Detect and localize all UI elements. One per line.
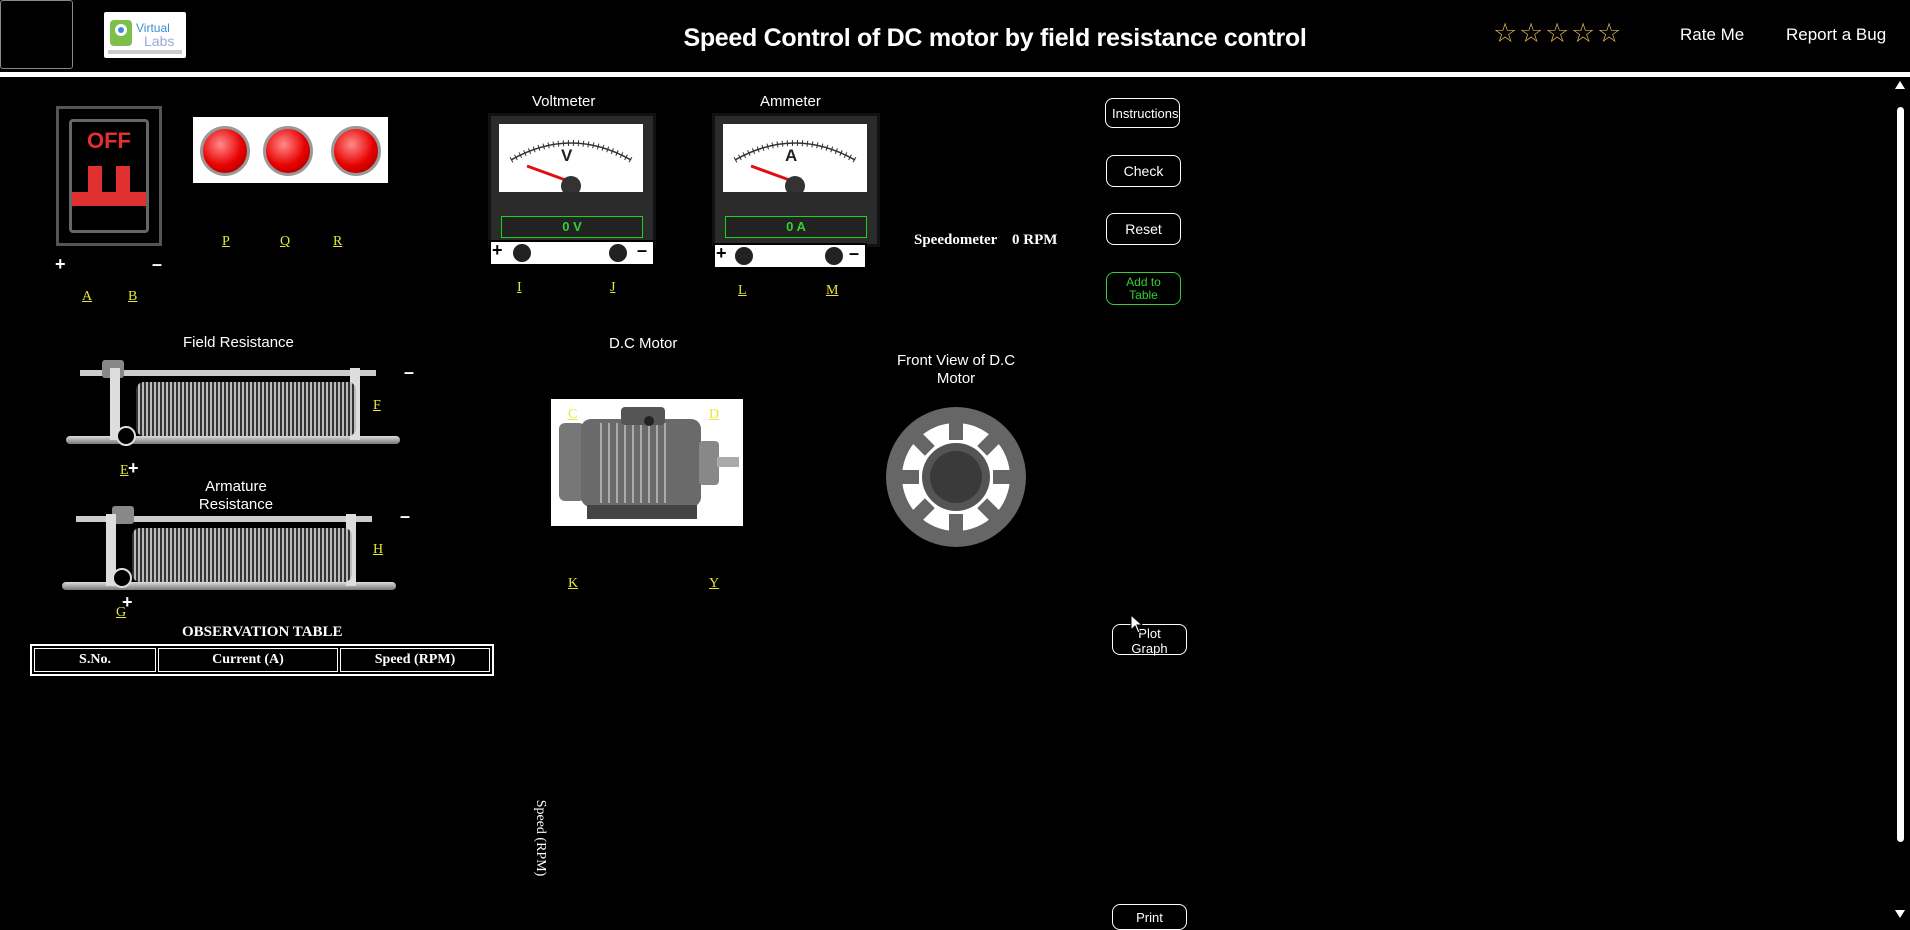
front-view-title: Front View of D.C Motor (896, 352, 1016, 387)
ammeter-terminal-m-knob[interactable] (825, 247, 843, 265)
voltmeter-plus-sign: + (492, 240, 503, 260)
column-header-speed: Speed (RPM) (340, 648, 490, 672)
supply-plus-sign: + (55, 254, 66, 274)
terminal-p[interactable]: P (222, 234, 230, 250)
scroll-up-icon[interactable] (1895, 81, 1905, 89)
field-rheostat[interactable] (66, 360, 400, 450)
voltmeter-dial: V (499, 124, 643, 196)
report-bug-link[interactable]: Report a Bug (1786, 25, 1886, 45)
rating-star-3[interactable]: ☆ (1545, 18, 1569, 49)
rating-star-5[interactable]: ☆ (1597, 18, 1621, 49)
terminal-y[interactable]: Y (709, 576, 719, 592)
ammeter-dial: A (723, 124, 867, 196)
rotor-icon (886, 407, 1026, 547)
scrollbar-thumb[interactable] (1897, 107, 1904, 842)
lamp-1-icon (200, 126, 250, 176)
voltmeter-minus-sign: – (637, 240, 648, 260)
check-button[interactable]: Check (1106, 155, 1181, 187)
ammeter-title: Ammeter (760, 93, 821, 110)
rating-star-2[interactable]: ☆ (1519, 18, 1543, 49)
observation-table-title: OBSERVATION TABLE (182, 624, 343, 640)
terminal-g[interactable]: G (116, 605, 126, 621)
dc-supply-switch[interactable]: OFF (56, 106, 162, 246)
page-title: Speed Control of DC motor by field resis… (683, 24, 1307, 52)
logo-icon: Virtual Labs (108, 20, 182, 54)
speedometer-value: 0 RPM (1012, 232, 1058, 248)
terminal-j[interactable]: J (610, 280, 615, 296)
instructions-button[interactable]: Instructions (1105, 98, 1180, 128)
switch-pin-left (88, 166, 102, 192)
rating-star-4[interactable]: ☆ (1571, 18, 1595, 49)
switch-state-label: OFF (87, 128, 131, 153)
scroll-down-icon[interactable] (1895, 910, 1905, 918)
rating-star-1[interactable]: ☆ (1493, 18, 1517, 49)
reset-button[interactable]: Reset (1106, 213, 1181, 245)
field-rheostat-rod (80, 370, 376, 376)
voltmeter: V 0 V (488, 113, 656, 247)
ammeter-terminal-strip: + – (713, 243, 867, 269)
armature-rheostat-terminal-g-knob[interactable] (112, 568, 132, 588)
terminal-a[interactable]: A (82, 289, 92, 305)
print-button[interactable]: Print (1112, 904, 1187, 930)
armature-rheostat-coil (132, 528, 352, 582)
terminal-b[interactable]: B (128, 289, 137, 305)
terminal-h[interactable]: H (373, 542, 383, 558)
ammeter-minus-sign: – (849, 243, 860, 263)
voltmeter-title: Voltmeter (532, 93, 596, 110)
terminal-d[interactable]: D (709, 407, 719, 423)
graph-ylabel: Speed (RPM) (533, 799, 548, 877)
observation-table: S.No. Current (A) Speed (RPM) (30, 644, 494, 676)
voltmeter-terminal-i-knob[interactable] (513, 244, 531, 262)
field-rheostat-coil (136, 382, 356, 436)
field-plus-sign: + (128, 458, 139, 478)
field-resistance-title: Field Resistance (183, 334, 294, 351)
voltmeter-reading: 0 V (501, 216, 643, 238)
top-bar: Virtual Labs Speed Control of DC motor b… (0, 0, 1910, 77)
dc-motor-title: D.C Motor (609, 335, 678, 352)
terminal-i[interactable]: I (517, 280, 522, 296)
svg-text:Labs: Labs (144, 33, 174, 49)
speedometer-label: Speedometer (914, 232, 998, 248)
voltmeter-symbol: V (561, 146, 573, 165)
switch-lever (72, 192, 146, 206)
armature-minus-sign: – (400, 506, 411, 526)
ammeter-terminal-l-knob[interactable] (735, 247, 753, 265)
virtual-labs-logo[interactable]: Virtual Labs (104, 12, 186, 58)
front-view-rotor (885, 406, 1027, 548)
terminal-c[interactable]: C (568, 407, 577, 423)
column-header-sno: S.No. (34, 648, 156, 672)
lamp-2-icon (263, 126, 313, 176)
ammeter-plus-sign: + (716, 243, 727, 263)
terminal-q[interactable]: Q (280, 234, 290, 250)
mouse-cursor-icon (1130, 614, 1144, 634)
rate-me-link[interactable]: Rate Me (1680, 25, 1744, 45)
ammeter-reading: 0 A (725, 216, 867, 238)
terminal-k[interactable]: K (568, 576, 578, 592)
armature-rheostat[interactable] (62, 506, 396, 596)
column-header-current: Current (A) (158, 648, 338, 672)
terminal-r[interactable]: R (333, 234, 342, 250)
plot-graph-button[interactable]: Plot Graph (1112, 624, 1187, 656)
menu-toggle[interactable] (0, 0, 73, 69)
supply-minus-sign: – (152, 254, 163, 274)
terminal-m[interactable]: M (826, 283, 838, 299)
field-rheostat-terminal-e-knob[interactable] (116, 426, 136, 446)
lamp-3-icon (331, 126, 381, 176)
field-minus-sign: – (404, 362, 415, 382)
ammeter-symbol: A (785, 146, 798, 165)
terminal-f[interactable]: F (373, 398, 381, 414)
switch-pin-right (116, 166, 130, 192)
ammeter: A 0 A (712, 113, 880, 247)
voltmeter-terminal-strip: + – (489, 240, 655, 266)
voltmeter-terminal-j-knob[interactable] (609, 244, 627, 262)
terminal-l[interactable]: L (738, 283, 747, 299)
add-to-table-button[interactable]: Add to Table (1106, 272, 1181, 305)
